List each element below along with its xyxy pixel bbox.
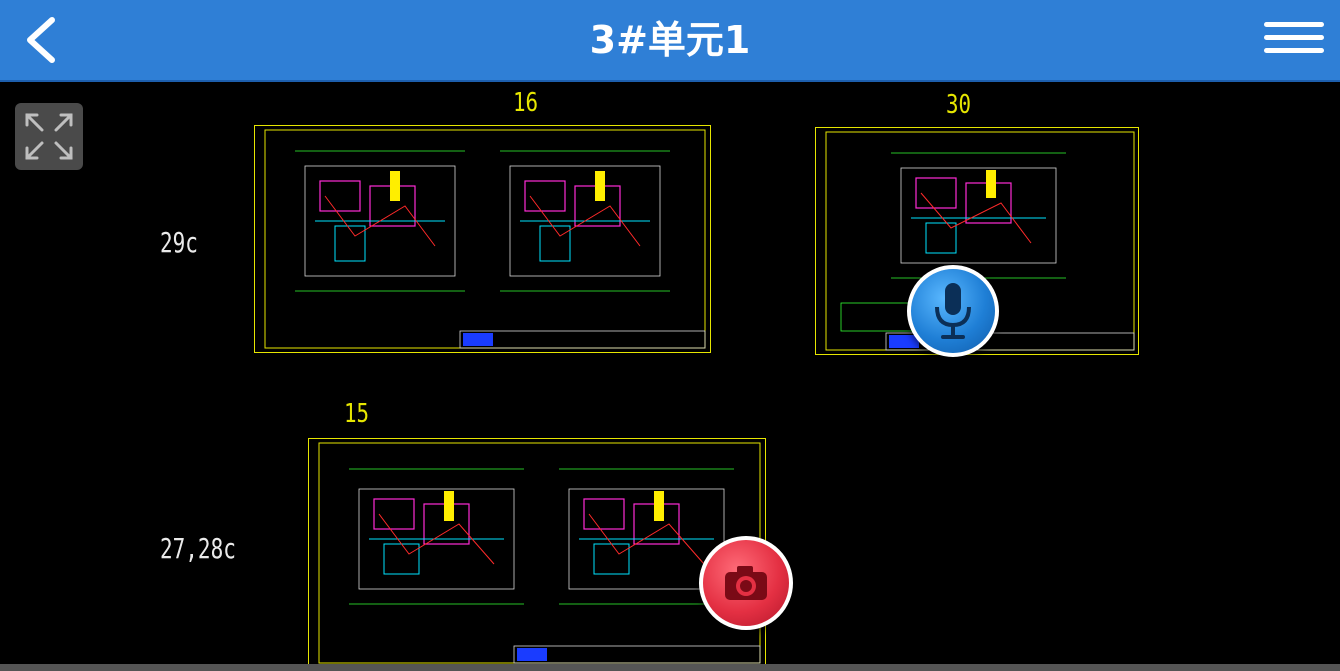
drawing-sheet-16[interactable] (254, 125, 711, 353)
drawing-sheet-15[interactable] (308, 438, 766, 668)
fullscreen-expand-icon (25, 113, 73, 160)
bottom-edge-bar (0, 664, 1340, 671)
row-label-27-28c: 27,28c (160, 532, 236, 565)
menu-button[interactable] (1264, 14, 1324, 64)
sheet-label-30: 30 (946, 90, 972, 120)
sheet-label-15: 15 (344, 399, 370, 429)
voice-record-button[interactable] (907, 265, 999, 357)
camera-icon (725, 566, 767, 600)
hamburger-menu-icon (1264, 22, 1324, 27)
app-header: 3#单元1 (0, 0, 1340, 82)
row-label-29c: 29c (160, 226, 198, 259)
floor-plan-drawing (318, 442, 761, 664)
camera-button[interactable] (699, 536, 793, 630)
sheet-label-16: 16 (513, 88, 539, 118)
microphone-icon (935, 283, 971, 339)
page-title: 3#单元1 (589, 18, 751, 62)
fullscreen-button[interactable] (15, 103, 83, 170)
floor-plan-drawing (264, 129, 706, 349)
